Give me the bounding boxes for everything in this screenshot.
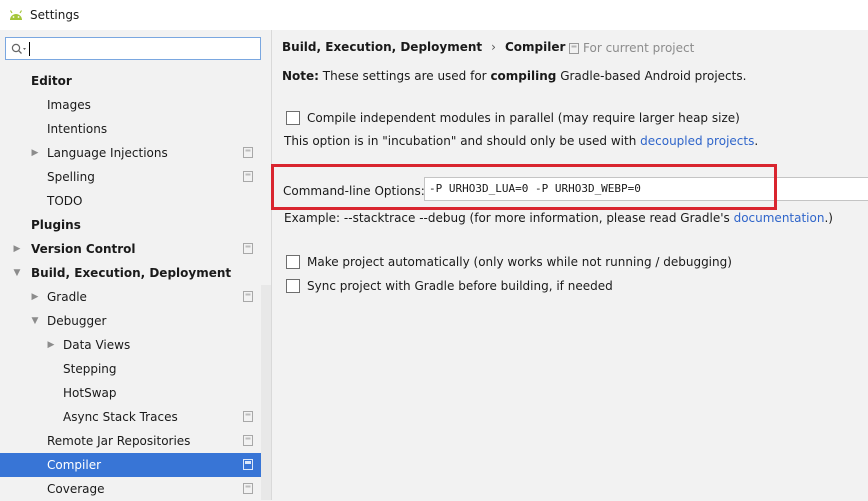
- sync-gradle-label: Sync project with Gradle before building…: [307, 279, 613, 293]
- sidebar-item-label: Remote Jar Repositories: [47, 434, 191, 448]
- sidebar-item-editor[interactable]: Editor: [0, 69, 261, 93]
- decoupled-projects-link[interactable]: decoupled projects: [640, 134, 754, 148]
- sidebar-item-remote-jar-repositories[interactable]: Remote Jar Repositories: [0, 429, 261, 453]
- chevron-right-icon[interactable]: ▶: [30, 141, 40, 165]
- sidebar-item-build-execution-deployment[interactable]: ▼ Build, Execution, Deployment: [0, 261, 261, 285]
- chevron-down-icon[interactable]: ▼: [30, 309, 40, 333]
- scope-indicator: For current project: [569, 41, 694, 55]
- window-titlebar: Settings: [0, 0, 868, 30]
- sidebar-item-label: Editor: [31, 74, 72, 88]
- sidebar-item-label: Build, Execution, Deployment: [31, 266, 232, 280]
- documentation-link[interactable]: documentation: [734, 211, 825, 225]
- sidebar-item-label: Images: [47, 98, 91, 112]
- sidebar-item-label: Data Views: [63, 338, 131, 352]
- sidebar-item-todo[interactable]: TODO: [0, 189, 261, 213]
- example-end: .): [824, 211, 833, 225]
- parallel-hint: This option is in "incubation" and shoul…: [284, 134, 758, 148]
- make-auto-option[interactable]: Make project automatically (only works w…: [286, 255, 732, 269]
- breadcrumb: Build, Execution, Deployment › Compiler: [282, 40, 565, 54]
- sidebar-item-coverage[interactable]: Coverage: [0, 477, 261, 501]
- project-scope-icon: [243, 171, 253, 182]
- sidebar-item-version-control[interactable]: ▶ Version Control: [0, 237, 261, 261]
- sidebar-item-label: Compiler: [47, 458, 102, 472]
- note-bold: compiling: [490, 69, 557, 83]
- breadcrumb-separator: ›: [491, 40, 496, 54]
- parallel-hint-text: This option is in "incubation" and shoul…: [284, 134, 641, 148]
- project-scope-icon: [243, 459, 253, 470]
- sidebar-item-label: Gradle: [47, 290, 87, 304]
- sidebar-item-images[interactable]: Images: [0, 93, 261, 117]
- android-icon: [9, 10, 23, 20]
- sidebar-item-label: Language Injections: [47, 146, 168, 160]
- scope-label: For current project: [583, 41, 695, 55]
- command-line-example: Example: --stacktrace --debug (for more …: [284, 211, 833, 225]
- sidebar-item-label: Coverage: [47, 482, 105, 496]
- sidebar-item-label: Async Stack Traces: [63, 410, 178, 424]
- project-scope-icon: [243, 243, 253, 254]
- search-icon: [11, 43, 26, 54]
- make-auto-checkbox[interactable]: [286, 255, 300, 269]
- sidebar-item-compiler[interactable]: Compiler: [0, 453, 261, 477]
- chevron-right-icon[interactable]: ▶: [46, 333, 56, 357]
- sidebar-item-hotswap[interactable]: HotSwap: [0, 381, 261, 405]
- sidebar-item-async-stack-traces[interactable]: Async Stack Traces: [0, 405, 261, 429]
- parallel-label: Compile independent modules in parallel …: [307, 111, 740, 125]
- sidebar-item-debugger[interactable]: ▼ Debugger: [0, 309, 261, 333]
- make-auto-label: Make project automatically (only works w…: [307, 255, 732, 269]
- project-scope-icon: [243, 483, 253, 494]
- example-text: Example: --stacktrace --debug (for more …: [284, 211, 734, 225]
- parallel-hint-end: .: [754, 134, 759, 148]
- sidebar-item-label: Plugins: [31, 218, 81, 232]
- sidebar-item-spelling[interactable]: Spelling: [0, 165, 261, 189]
- sidebar-item-plugins[interactable]: Plugins: [0, 213, 261, 237]
- sidebar-item-label: Spelling: [47, 170, 95, 184]
- settings-search-input[interactable]: [5, 37, 261, 60]
- project-scope-icon: [243, 147, 253, 158]
- settings-tree: Editor Images Intentions ▶ Language Injectio…: [0, 69, 261, 501]
- project-scope-icon: [243, 435, 253, 446]
- sidebar-item-label: Intentions: [47, 122, 108, 136]
- parallel-option[interactable]: Compile independent modules in parallel …: [286, 111, 740, 125]
- project-scope-icon: [569, 42, 579, 54]
- sidebar-item-label: Debugger: [47, 314, 107, 328]
- note-text-2: Gradle-based Android projects.: [556, 69, 747, 83]
- window-title: Settings: [30, 8, 80, 22]
- sidebar-item-data-views[interactable]: ▶ Data Views: [0, 333, 261, 357]
- sync-gradle-checkbox[interactable]: [286, 279, 300, 293]
- project-scope-icon: [243, 291, 253, 302]
- settings-sidebar: Editor Images Intentions ▶ Language Injectio…: [0, 30, 272, 500]
- sidebar-item-language-injections[interactable]: ▶ Language Injections: [0, 141, 261, 165]
- chevron-down-icon[interactable]: ▼: [12, 261, 22, 285]
- sidebar-item-intentions[interactable]: Intentions: [0, 117, 261, 141]
- sidebar-scrollbar[interactable]: [261, 285, 271, 500]
- text-caret: [29, 41, 30, 56]
- chevron-right-icon[interactable]: ▶: [12, 237, 22, 261]
- sidebar-item-stepping[interactable]: Stepping: [0, 357, 261, 381]
- sidebar-item-label: HotSwap: [63, 386, 117, 400]
- command-line-input[interactable]: -P URHO3D_LUA=0 -P URHO3D_WEBP=0: [424, 177, 868, 201]
- command-line-label: Command-line Options:: [283, 184, 425, 198]
- parallel-checkbox[interactable]: [286, 111, 300, 125]
- note-prefix: Note:: [282, 69, 319, 83]
- breadcrumb-parent[interactable]: Build, Execution, Deployment: [282, 40, 482, 54]
- sidebar-item-label: Stepping: [63, 362, 117, 376]
- compiler-note: Note: These settings are used for compil…: [282, 69, 746, 83]
- note-text-1: These settings are used for: [318, 69, 491, 83]
- sidebar-item-gradle[interactable]: ▶ Gradle: [0, 285, 261, 309]
- sidebar-item-label: TODO: [47, 194, 83, 208]
- chevron-right-icon[interactable]: ▶: [30, 285, 40, 309]
- settings-content: Build, Execution, Deployment › Compiler …: [272, 30, 868, 500]
- project-scope-icon: [243, 411, 253, 422]
- sidebar-item-label: Version Control: [31, 242, 136, 256]
- breadcrumb-current: Compiler: [504, 40, 566, 54]
- sync-gradle-option[interactable]: Sync project with Gradle before building…: [286, 279, 613, 293]
